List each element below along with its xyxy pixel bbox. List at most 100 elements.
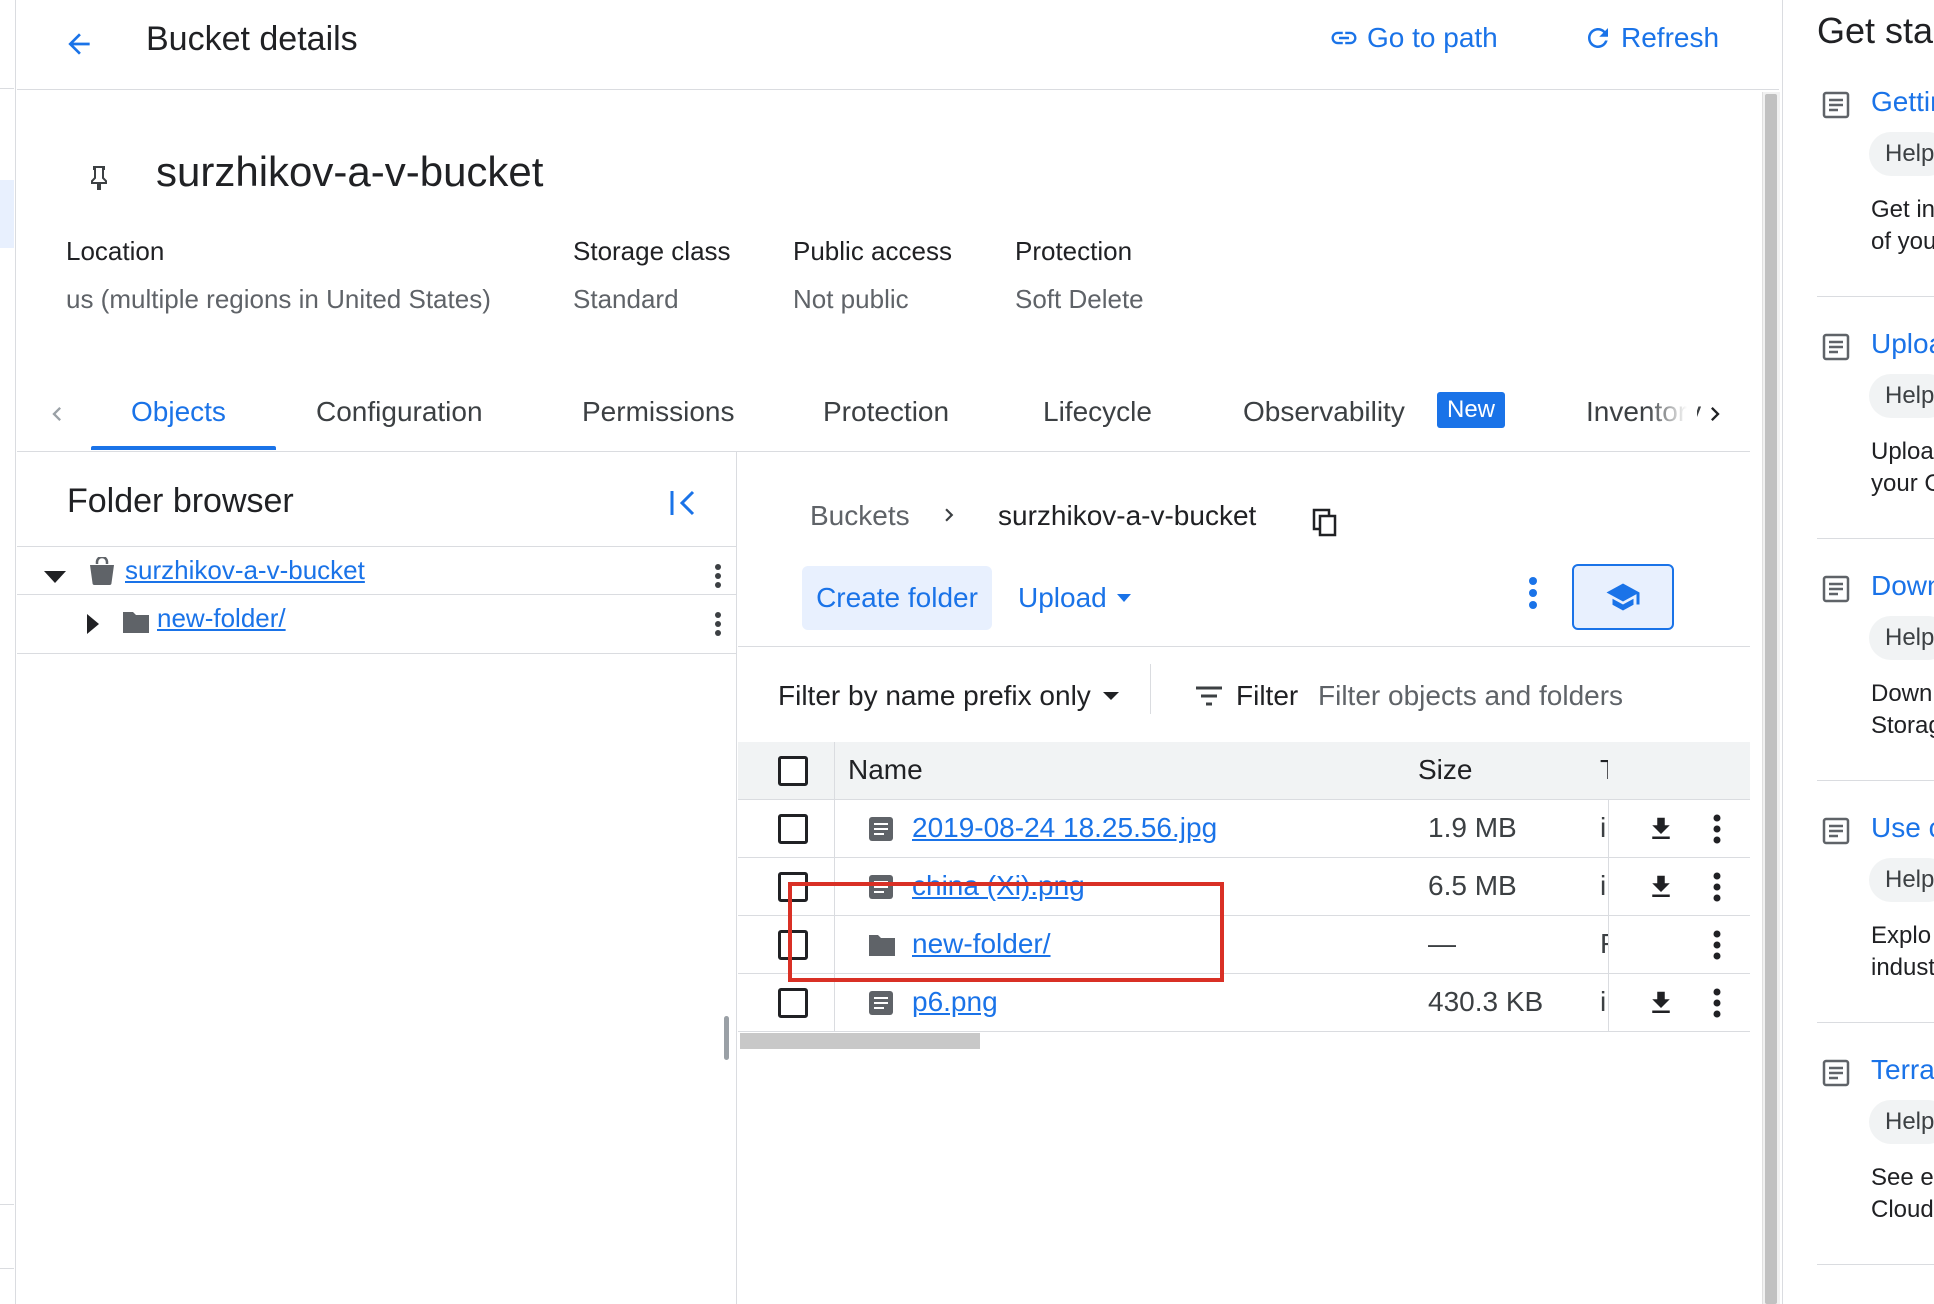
tab-lifecycle[interactable]: Lifecycle	[1043, 396, 1152, 428]
download-icon[interactable]	[1646, 872, 1676, 902]
more-vert-icon[interactable]	[1712, 872, 1722, 902]
object-type: F	[1600, 928, 1608, 960]
location-label: Location	[66, 236, 165, 266]
more-vert-icon[interactable]	[1712, 814, 1722, 844]
column-header-size[interactable]: Size	[1418, 754, 1472, 786]
caret-right-icon[interactable]	[81, 611, 105, 637]
help-card[interactable]: Getting Help Get in of you	[1783, 80, 1934, 322]
more-vert-icon[interactable]	[714, 611, 722, 637]
help-card-desc: Down	[1871, 680, 1933, 707]
article-icon	[1821, 816, 1851, 846]
help-card-title[interactable]: Use c	[1871, 812, 1934, 844]
page-title: Bucket details	[146, 20, 358, 58]
breadcrumb-buckets[interactable]: Buckets	[810, 500, 910, 532]
go-to-path-label: Go to path	[1367, 22, 1498, 53]
back-button[interactable]	[55, 20, 103, 68]
tab-observability[interactable]: Observability	[1243, 396, 1405, 428]
help-card-desc: your C	[1871, 470, 1934, 497]
object-name-link[interactable]: 2019-08-24 18.25.56.jpg	[912, 812, 1217, 844]
object-size: 1.9 MB	[1428, 812, 1517, 843]
help-chip: Help	[1869, 616, 1934, 660]
filter-input[interactable]	[1318, 672, 1738, 720]
tree-folder-link[interactable]: new-folder/	[157, 603, 286, 634]
more-vert-icon[interactable]	[1712, 930, 1722, 960]
article-icon	[1821, 1058, 1851, 1088]
chevron-left-icon[interactable]	[43, 400, 71, 428]
caret-down-icon[interactable]	[41, 565, 69, 589]
chevron-right-icon	[936, 502, 962, 528]
refresh-icon	[1583, 23, 1613, 53]
help-card[interactable]: Use c Help Explo indust	[1783, 806, 1934, 1048]
article-icon	[1821, 332, 1851, 362]
help-card-title[interactable]: Getting	[1871, 86, 1934, 118]
get-started-panel: Get started Getting Help Get in of you U…	[1782, 0, 1934, 1304]
download-icon[interactable]	[1646, 814, 1676, 844]
column-header-name[interactable]: Name	[848, 754, 923, 786]
download-icon[interactable]	[1646, 988, 1676, 1018]
pin-icon[interactable]	[88, 164, 110, 192]
help-card-title[interactable]: Download	[1871, 570, 1934, 602]
storage-class-value: Standard	[573, 284, 679, 314]
go-to-path-button[interactable]: Go to path	[1329, 22, 1498, 54]
file-icon	[868, 990, 894, 1016]
chevron-right-icon[interactable]	[1701, 400, 1729, 428]
row-checkbox[interactable]	[778, 814, 808, 844]
link-icon	[1329, 23, 1359, 53]
select-all-checkbox[interactable]	[778, 756, 808, 786]
upload-button[interactable]: Upload	[1018, 566, 1133, 630]
filter-button[interactable]: Filter	[1194, 668, 1298, 724]
objects-panel: Buckets surzhikov-a-v-bucket Create fold…	[738, 452, 1750, 1304]
protection-label: Protection	[1015, 236, 1133, 266]
tab-protection[interactable]: Protection	[823, 396, 949, 428]
folder-browser-panel: Folder browser surzhikov-a-v-bucket new-…	[17, 452, 737, 1304]
horizontal-scrollbar-thumb[interactable]	[740, 1033, 980, 1049]
help-card[interactable]: Terra Help See e Cloud	[1783, 1048, 1934, 1290]
create-folder-button[interactable]: Create folder	[802, 566, 992, 630]
help-card-desc: Explo	[1871, 922, 1932, 949]
more-vert-icon[interactable]	[1528, 576, 1538, 610]
help-card[interactable]: Upload Help Upload your C	[1783, 322, 1934, 564]
tab-objects[interactable]: Objects	[131, 396, 226, 428]
row-checkbox[interactable]	[778, 988, 808, 1018]
filter-label: Filter	[1236, 680, 1299, 711]
learn-button[interactable]	[1572, 564, 1674, 630]
tree-bucket-link[interactable]: surzhikov-a-v-bucket	[125, 555, 365, 586]
more-vert-icon[interactable]	[1712, 988, 1722, 1018]
copy-icon[interactable]	[1312, 508, 1338, 538]
tree-item-folder[interactable]: new-folder/	[17, 594, 736, 654]
protection-value: Soft Delete	[1015, 284, 1144, 314]
left-nav-rail	[0, 0, 16, 1304]
object-size: 6.5 MB	[1428, 870, 1517, 901]
vertical-scrollbar-thumb[interactable]	[1765, 94, 1777, 1304]
bucket-name-heading: surzhikov-a-v-bucket	[156, 148, 544, 195]
refresh-button[interactable]: Refresh	[1583, 22, 1719, 54]
folder-icon	[121, 609, 151, 635]
table-row[interactable]: 2019-08-24 18.25.56.jpg 1.9 MB i	[738, 800, 1750, 858]
panel-resize-handle[interactable]	[724, 1016, 729, 1060]
article-icon	[1821, 574, 1851, 604]
upload-label: Upload	[1018, 582, 1107, 613]
active-tab-indicator	[91, 446, 276, 450]
tab-configuration[interactable]: Configuration	[316, 396, 483, 428]
help-card-desc: Storag	[1871, 712, 1934, 739]
help-card-title[interactable]: Upload	[1871, 328, 1934, 360]
table-row[interactable]: p6.png 430.3 KB i	[738, 974, 1750, 1032]
tab-bar: Objects Configuration Permissions Protec…	[17, 378, 1750, 452]
more-vert-icon[interactable]	[714, 563, 722, 589]
article-icon	[1821, 90, 1851, 120]
public-access-value: Not public	[793, 284, 909, 314]
object-size: 430.3 KB	[1428, 986, 1544, 1017]
arrow-back-icon	[63, 28, 95, 60]
help-card[interactable]: Download Help Down Storag	[1783, 564, 1934, 806]
object-name-link[interactable]: p6.png	[912, 986, 998, 1018]
help-chip: Help	[1869, 858, 1934, 902]
column-header-type[interactable]: T	[1600, 754, 1608, 786]
storage-class-label: Storage class	[573, 236, 731, 266]
filter-mode-label: Filter by name prefix only	[778, 680, 1091, 711]
collapse-panel-icon[interactable]	[667, 488, 701, 518]
filter-mode-dropdown[interactable]: Filter by name prefix only	[778, 668, 1121, 724]
help-card-title[interactable]: Terra	[1871, 1054, 1934, 1086]
object-type: i	[1600, 812, 1607, 843]
location-value: us (multiple regions in United States)	[66, 284, 491, 314]
tab-permissions[interactable]: Permissions	[582, 396, 734, 428]
